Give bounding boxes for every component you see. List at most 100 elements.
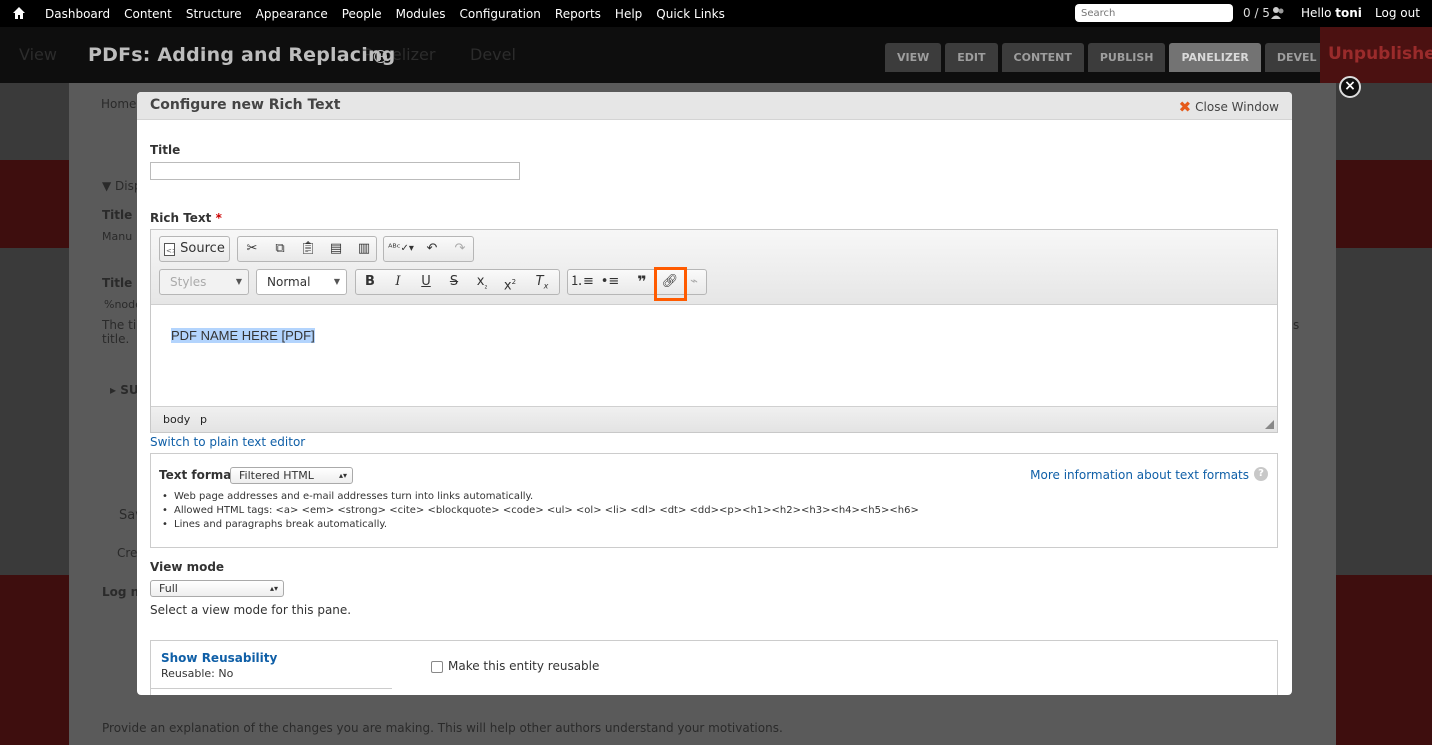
menu-item-help[interactable]: Help xyxy=(615,7,642,21)
behind-title-label-2: Title xyxy=(102,276,133,290)
home-icon[interactable] xyxy=(12,6,26,20)
page-tabs: VIEW EDIT CONTENT PUBLISH PANELIZER DEVE… xyxy=(885,43,1333,72)
format-tips-list: Web page addresses and e-mail addresses … xyxy=(161,491,919,533)
tab-edit[interactable]: EDIT xyxy=(945,43,998,72)
reusability-tab[interactable]: Show Reusability Reusable: No xyxy=(151,641,392,689)
close-window-button[interactable]: ✖ Close Window xyxy=(1179,98,1279,116)
editor-content-text[interactable]: PDF NAME HERE [PDF] xyxy=(171,328,315,343)
underline-icon[interactable]: U xyxy=(412,270,440,294)
styles-dropdown[interactable]: Styles ▼ xyxy=(159,269,249,295)
format-dropdown[interactable]: Normal ▼ xyxy=(256,269,347,295)
behind-su-label: SU xyxy=(120,383,139,397)
view-mode-label: View mode xyxy=(150,560,225,574)
page-title: PDFs: Adding and Replacing xyxy=(88,44,396,66)
svg-text:<>: <> xyxy=(166,247,175,255)
spellcheck-undo-group: ᴬᴮᶜ✓▾ ↶ ↷ xyxy=(383,236,474,262)
paste-text-icon[interactable]: ▤ xyxy=(322,237,350,261)
menu-item-content[interactable]: Content xyxy=(124,7,172,21)
undo-icon[interactable]: ↶ xyxy=(418,237,446,261)
menu-item-people[interactable]: People xyxy=(342,7,382,21)
tab-view[interactable]: VIEW xyxy=(885,43,942,72)
background-stripe xyxy=(1336,575,1432,745)
behind-cre: Cre xyxy=(117,546,138,560)
more-info-link[interactable]: More information about text formats xyxy=(1030,468,1249,482)
source-icon: <> xyxy=(164,242,176,256)
superscript-icon[interactable]: x2 xyxy=(496,270,524,294)
paste-icon[interactable]: 📋︎ xyxy=(294,237,322,261)
menu-item-configuration[interactable]: Configuration xyxy=(460,7,541,21)
source-button[interactable]: <> Source xyxy=(160,237,229,261)
tab-content[interactable]: CONTENT xyxy=(1001,43,1084,72)
blockquote-icon[interactable]: ❞ xyxy=(628,270,656,294)
resize-handle-icon[interactable] xyxy=(1265,420,1274,429)
menu-item-modules[interactable]: Modules xyxy=(396,7,446,21)
bulleted-list-icon[interactable]: •≡ xyxy=(596,270,624,294)
text-format-fieldset: Text format Filtered HTML ▴▾ More inform… xyxy=(150,453,1278,548)
format-label: Normal xyxy=(267,275,311,289)
show-reusability-link[interactable]: Show Reusability xyxy=(161,651,277,665)
admin-menu: Dashboard Content Structure Appearance P… xyxy=(38,0,732,27)
username-link[interactable]: toni xyxy=(1335,6,1362,20)
required-marker: * xyxy=(215,211,222,225)
text-format-label: Text format xyxy=(159,468,238,482)
help-icon[interactable]: ? xyxy=(1254,467,1268,481)
tab-devel[interactable]: DEVEL xyxy=(1264,43,1329,72)
paste-word-icon[interactable]: ▥ xyxy=(350,237,378,261)
chevron-down-icon: ▼ xyxy=(235,277,242,286)
copy-icon[interactable]: ⧉ xyxy=(266,237,294,261)
numbered-list-icon[interactable]: ⒈≡ xyxy=(568,270,596,294)
behind-breadcrumb: Home xyxy=(101,97,137,111)
reusability-status: Reusable: No xyxy=(161,667,234,680)
dialog-header: Configure new Rich Text ✖ Close Window xyxy=(137,92,1292,120)
title-input[interactable] xyxy=(150,162,520,180)
menu-item-dashboard[interactable]: Dashboard xyxy=(45,7,110,21)
format-tip: Web page addresses and e-mail addresses … xyxy=(161,491,919,502)
logout-link[interactable]: Log out xyxy=(1375,6,1420,20)
toolbar-search-input[interactable] xyxy=(1075,4,1233,22)
basic-styles-group: B I U S x₂ x2 Tx xyxy=(355,269,560,295)
tab-panelizer[interactable]: PANELIZER xyxy=(1169,43,1261,72)
styles-label: Styles xyxy=(170,275,207,289)
format-tip: Lines and paragraphs break automatically… xyxy=(161,519,919,530)
background-stripe xyxy=(0,575,69,745)
cut-icon[interactable]: ✂ xyxy=(238,237,266,261)
element-path-bar: body p xyxy=(151,406,1277,432)
menu-item-structure[interactable]: Structure xyxy=(186,7,242,21)
configure-rich-text-dialog: Configure new Rich Text ✖ Close Window T… xyxy=(137,92,1292,695)
view-mode-select[interactable]: Full ▴▾ xyxy=(150,580,284,597)
clipboard-group: ✂ ⧉ 📋︎ ▤ ▥ xyxy=(237,236,377,262)
redo-icon[interactable]: ↷ xyxy=(446,237,474,261)
reusable-checkbox-label[interactable]: Make this entity reusable xyxy=(448,659,599,673)
ghost-tab-view: View xyxy=(19,45,57,64)
remove-format-icon[interactable]: Tx xyxy=(528,270,556,294)
italic-icon[interactable]: I xyxy=(384,270,412,294)
switch-plain-text-link[interactable]: Switch to plain text editor xyxy=(150,435,305,449)
editor-toolbar: <> Source ✂ ⧉ 📋︎ ▤ ▥ ᴬᴮᶜ✓▾ ↶ ↷ Styles ▼ xyxy=(151,230,1277,305)
view-mode-description: Select a view mode for this pane. xyxy=(150,603,352,617)
path-item-body[interactable]: body xyxy=(163,413,190,426)
subscript-icon[interactable]: x₂ xyxy=(468,270,496,294)
behind-title-label: Title xyxy=(102,208,133,222)
bold-icon[interactable]: B xyxy=(356,270,384,294)
editor-content-area[interactable]: PDF NAME HERE [PDF] xyxy=(151,305,1277,406)
add-shortcut-icon[interactable]: + xyxy=(374,50,387,63)
close-icon: ✖ xyxy=(1178,98,1192,116)
ghost-tab-devel: Devel xyxy=(470,45,516,64)
overlay-close-icon[interactable]: × xyxy=(1339,76,1361,98)
behind-disp: ▼ Disp xyxy=(102,179,142,193)
behind-manu: Manu xyxy=(102,230,133,243)
text-format-select[interactable]: Filtered HTML ▴▾ xyxy=(230,467,353,484)
chevron-down-icon: ▼ xyxy=(333,277,340,286)
behind-su: ▸ SU xyxy=(110,383,139,397)
tab-publish[interactable]: PUBLISH xyxy=(1087,43,1166,72)
menu-item-appearance[interactable]: Appearance xyxy=(256,7,328,21)
path-item-p[interactable]: p xyxy=(200,413,207,426)
reusable-checkbox[interactable] xyxy=(431,661,443,673)
background-stripe xyxy=(0,160,69,248)
menu-item-reports[interactable]: Reports xyxy=(555,7,601,21)
spellcheck-icon[interactable]: ᴬᴮᶜ✓▾ xyxy=(384,237,418,261)
menu-item-quick-links[interactable]: Quick Links xyxy=(656,7,725,21)
select-arrows-icon: ▴▾ xyxy=(338,471,347,480)
log-message-description: Provide an explanation of the changes yo… xyxy=(102,721,783,735)
strikethrough-icon[interactable]: S xyxy=(440,270,468,294)
